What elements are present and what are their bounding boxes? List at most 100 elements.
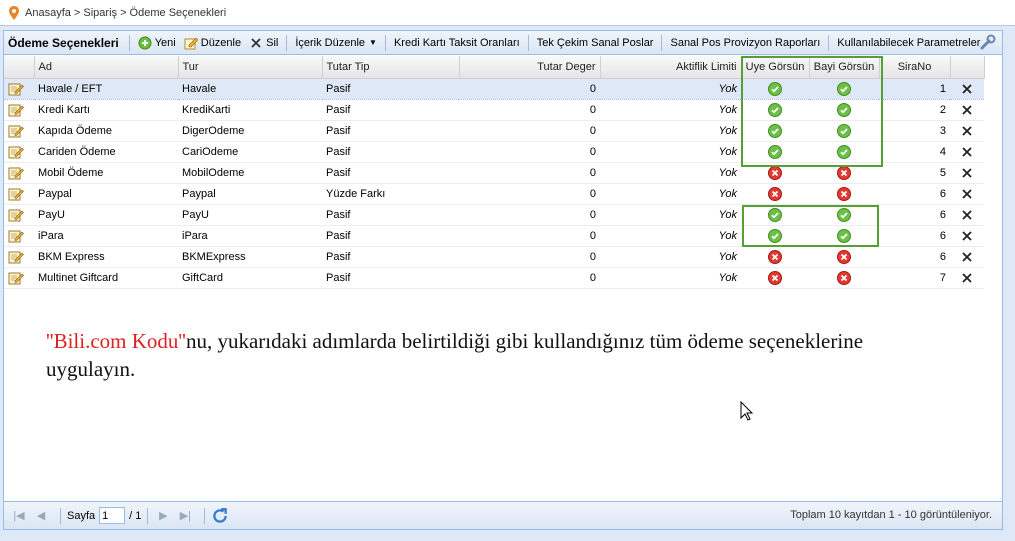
cell-ad: Multinet Giftcard (34, 267, 178, 289)
single-pos-button[interactable]: Tek Çekim Sanal Poslar (533, 33, 658, 53)
cell-tutar-deger: 0 (459, 120, 600, 142)
cell-tutar-tip: Pasif (322, 267, 459, 289)
content-edit-button[interactable]: İçerik Düzenle ▼ (291, 33, 381, 53)
edit-button-label: Düzenle (200, 36, 242, 49)
close-icon[interactable] (959, 103, 975, 115)
row-delete-cell[interactable] (950, 141, 984, 163)
table-row[interactable]: PayU PayU Pasif 0 Yok 6 (4, 204, 984, 226)
close-icon[interactable] (959, 250, 975, 262)
cell-aktiflik-limiti: Yok (600, 120, 741, 142)
close-icon[interactable] (959, 187, 975, 199)
cell-uye-gorsun (741, 183, 809, 205)
edit-icon[interactable] (8, 208, 24, 221)
row-edit-cell[interactable] (4, 225, 34, 247)
row-delete-cell[interactable] (950, 99, 984, 121)
table-row[interactable]: Paypal Paypal Yüzde Farkı 0 Yok 6 (4, 183, 984, 205)
close-icon[interactable] (959, 82, 975, 94)
header-uye-gorsun[interactable]: Uye Görsün (741, 56, 810, 79)
cell-tur: PayU (178, 204, 322, 226)
payment-options-panel: Ödeme Seçenekleri Yeni Düzenle Sil İçeri… (3, 30, 1003, 530)
table-row[interactable]: iPara iPara Pasif 0 Yok 6 (4, 225, 984, 247)
table-row[interactable]: BKM Express BKMExpress Pasif 0 Yok 6 (4, 246, 984, 268)
first-page-icon[interactable]: |◀ (10, 507, 28, 525)
cell-sirano: 7 (879, 267, 950, 289)
close-icon[interactable] (959, 208, 975, 220)
header-tutar-deger[interactable]: Tutar Deger (459, 56, 601, 79)
close-icon[interactable] (959, 271, 975, 283)
row-edit-cell[interactable] (4, 246, 34, 268)
cell-tutar-deger: 0 (459, 77, 600, 100)
check-circle-icon (767, 207, 783, 222)
check-circle-icon (767, 123, 783, 138)
row-edit-cell[interactable] (4, 120, 34, 142)
edit-icon[interactable] (8, 250, 24, 263)
close-icon[interactable] (959, 166, 975, 178)
pager-separator (60, 507, 61, 524)
header-bayi-gorsun[interactable]: Bayi Görsün (809, 56, 880, 79)
toolbar-separator (128, 34, 130, 51)
prev-page-icon[interactable]: ◀ (32, 507, 50, 525)
close-icon[interactable] (959, 229, 975, 241)
new-button[interactable]: Yeni (134, 33, 180, 53)
header-sirano[interactable]: SiraNo (879, 56, 951, 79)
last-page-icon[interactable]: ▶| (176, 507, 194, 525)
table-row[interactable]: Cariden Ödeme CariOdeme Pasif 0 Yok 4 (4, 141, 984, 163)
row-delete-cell[interactable] (950, 120, 984, 142)
cell-aktiflik-limiti: Yok (600, 225, 741, 247)
table-row[interactable]: Havale / EFT Havale Pasif 0 Yok 1 (4, 77, 984, 100)
row-delete-cell[interactable] (950, 267, 984, 289)
row-delete-cell[interactable] (950, 77, 984, 100)
edit-icon[interactable] (8, 271, 24, 284)
edit-icon[interactable] (8, 103, 24, 116)
row-edit-cell[interactable] (4, 99, 34, 121)
cell-tur: iPara (178, 225, 322, 247)
red-x-icon (836, 186, 852, 201)
close-icon[interactable] (959, 145, 975, 157)
row-delete-cell[interactable] (950, 183, 984, 205)
row-edit-cell[interactable] (4, 267, 34, 289)
header-ad[interactable]: Ad (34, 56, 179, 79)
row-edit-cell[interactable] (4, 141, 34, 163)
cell-bayi-gorsun (809, 267, 879, 289)
row-delete-cell[interactable] (950, 204, 984, 226)
wrench-icon[interactable] (980, 34, 996, 50)
edit-icon[interactable] (8, 166, 24, 179)
check-circle-icon (767, 102, 783, 117)
header-aktiflik-limiti[interactable]: Aktiflik Limiti (600, 56, 742, 79)
page-input[interactable] (99, 507, 126, 524)
edit-icon[interactable] (8, 145, 24, 158)
edit-icon[interactable] (8, 229, 24, 242)
next-page-icon[interactable]: ▶ (154, 507, 172, 525)
row-delete-cell[interactable] (950, 225, 984, 247)
cell-tutar-tip: Pasif (322, 120, 459, 142)
delete-button[interactable]: Sil (245, 33, 282, 53)
table-row[interactable]: Kapıda Ödeme DigerOdeme Pasif 0 Yok 3 (4, 120, 984, 142)
cell-tutar-tip: Pasif (322, 99, 459, 121)
cell-sirano: 5 (879, 162, 950, 184)
edit-icon[interactable] (8, 124, 24, 137)
params-button[interactable]: Kullanılabilecek Parametreler (833, 33, 984, 53)
table-row[interactable]: Mobil Ödeme MobilOdeme Pasif 0 Yok 5 (4, 162, 984, 184)
header-tutar-tip[interactable]: Tutar Tip (322, 56, 460, 79)
edit-icon[interactable] (8, 187, 24, 200)
edit-icon[interactable] (8, 82, 24, 95)
header-tur[interactable]: Tur (178, 56, 323, 79)
row-edit-cell[interactable] (4, 204, 34, 226)
row-edit-cell[interactable] (4, 183, 34, 205)
grid-body: Havale / EFT Havale Pasif 0 Yok 1 Kredi Kartı K… (4, 77, 984, 289)
edit-button[interactable]: Düzenle (180, 33, 245, 53)
cell-uye-gorsun (741, 162, 809, 184)
table-row[interactable]: Kredi Kartı KrediKarti Pasif 0 Yok 2 (4, 99, 984, 121)
row-edit-cell[interactable] (4, 77, 34, 100)
cell-sirano: 4 (879, 141, 950, 163)
close-icon[interactable] (959, 124, 975, 136)
page-total: / 1 (129, 509, 142, 522)
row-edit-cell[interactable] (4, 162, 34, 184)
row-delete-cell[interactable] (950, 162, 984, 184)
table-row[interactable]: Multinet Giftcard GiftCard Pasif 0 Yok 7 (4, 267, 984, 289)
refresh-icon[interactable] (211, 507, 229, 525)
cell-tutar-deger: 0 (459, 99, 600, 121)
installments-button[interactable]: Kredi Kartı Taksit Oranları (390, 33, 524, 53)
pos-report-button[interactable]: Sanal Pos Provizyon Raporları (666, 33, 824, 53)
row-delete-cell[interactable] (950, 246, 984, 268)
